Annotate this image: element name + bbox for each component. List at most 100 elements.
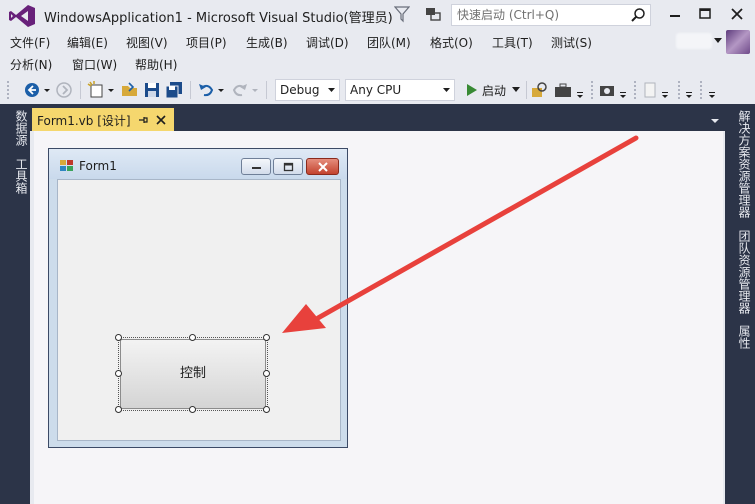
chevron-down-icon <box>328 88 335 92</box>
resize-handle[interactable] <box>115 370 122 377</box>
window-title: WindowsApplication1 - Microsoft Visual S… <box>44 11 393 26</box>
panel-tab-toolbox[interactable]: 工具箱 <box>8 158 28 198</box>
panel-tab-label: 工具箱 <box>14 158 28 194</box>
forward-icon[interactable] <box>54 80 74 100</box>
annotation-arrow-icon <box>282 135 639 333</box>
control-button-label: 控制 <box>179 366 206 381</box>
resize-handle[interactable] <box>115 334 122 341</box>
resize-handle[interactable] <box>263 334 270 341</box>
menu-test[interactable]: 测试(S) <box>551 34 592 51</box>
undo-icon[interactable] <box>196 80 216 100</box>
minimize-icon[interactable] <box>662 4 688 24</box>
tab-form1-design[interactable]: Form1.vb [设计] <box>32 108 174 131</box>
chevron-down-icon <box>512 87 520 92</box>
document-icon[interactable] <box>640 80 660 100</box>
menu-view[interactable]: 视图(V) <box>126 34 168 51</box>
panel-tab-data-sources[interactable]: 数据源 <box>8 110 28 152</box>
chevron-down-icon <box>443 88 450 92</box>
search-icon[interactable] <box>630 7 646 23</box>
solution-platform-select[interactable]: Any CPU <box>345 79 455 101</box>
menu-help[interactable]: 帮助(H) <box>135 56 177 73</box>
find-in-files-icon[interactable] <box>530 80 550 100</box>
chevron-down-icon[interactable] <box>250 80 260 100</box>
new-project-icon[interactable] <box>86 80 106 100</box>
toolbar-separator <box>190 81 191 99</box>
account-name[interactable] <box>676 33 712 49</box>
panel-tab-team-explorer[interactable]: 团队资源管理器 <box>731 230 751 318</box>
chevron-down-icon[interactable] <box>42 80 52 100</box>
control-button[interactable]: 控制 <box>120 339 266 409</box>
panel-tab-label: 属性 <box>737 325 751 349</box>
notification-flag-icon[interactable] <box>394 5 410 23</box>
form-minimize-button[interactable] <box>241 158 271 175</box>
panel-tab-label: 团队资源管理器 <box>737 230 751 314</box>
panel-tab-properties[interactable]: 属性 <box>731 325 751 355</box>
standard-toolbar: Debug Any CPU 启动 <box>0 76 755 104</box>
panel-tab-solution-explorer[interactable]: 解决方案资源管理器 <box>731 110 751 222</box>
menu-team[interactable]: 团队(M) <box>367 34 411 51</box>
open-folder-icon[interactable] <box>120 80 140 100</box>
toolbar-separator <box>526 81 527 99</box>
form-title: Form1 <box>79 159 117 173</box>
toolbar-overflow-icon[interactable] <box>684 80 694 100</box>
save-icon[interactable] <box>142 80 162 100</box>
maximize-icon[interactable] <box>692 4 718 24</box>
toolbar-overflow-icon[interactable] <box>707 80 717 100</box>
solution-configuration-value: Debug <box>280 83 320 97</box>
resize-handle[interactable] <box>263 406 270 413</box>
menu-build[interactable]: 生成(B) <box>246 34 288 51</box>
resize-handle[interactable] <box>189 334 196 341</box>
toolbox-icon[interactable] <box>553 80 573 100</box>
solution-platform-value: Any CPU <box>350 83 402 97</box>
chevron-down-icon[interactable] <box>710 117 720 125</box>
menu-tools[interactable]: 工具(T) <box>492 34 533 51</box>
menu-analyze[interactable]: 分析(N) <box>10 56 52 73</box>
quick-launch[interactable] <box>451 4 651 26</box>
resize-handle[interactable] <box>189 406 196 413</box>
form-icon <box>60 160 73 171</box>
start-button-label: 启动 <box>482 84 507 98</box>
toolbar-overflow-icon[interactable] <box>618 80 628 100</box>
menu-edit[interactable]: 编辑(E) <box>67 34 108 51</box>
toolbar-grip[interactable] <box>590 80 594 100</box>
start-button[interactable]: 启动 <box>462 80 524 100</box>
toolbar-separator <box>266 81 267 99</box>
close-icon[interactable] <box>724 4 750 24</box>
menu-format[interactable]: 格式(O) <box>430 34 473 51</box>
chevron-down-icon[interactable] <box>216 80 226 100</box>
menu-window[interactable]: 窗口(W) <box>72 56 117 73</box>
toolbar-overflow-icon[interactable] <box>660 80 670 100</box>
title-bar: WindowsApplication1 - Microsoft Visual S… <box>0 0 755 31</box>
visual-studio-logo-icon <box>9 5 35 27</box>
toolbar-grip[interactable] <box>699 80 703 100</box>
close-icon[interactable] <box>155 114 167 126</box>
toolbar-grip[interactable] <box>677 80 681 100</box>
toolbar-overflow-icon[interactable] <box>575 80 585 100</box>
chevron-down-icon[interactable] <box>106 80 116 100</box>
avatar[interactable] <box>726 30 750 54</box>
document-tab-label: Form1.vb [设计] <box>37 114 131 128</box>
minimize-icon <box>252 167 261 169</box>
quick-launch-input[interactable] <box>452 5 622 25</box>
back-icon[interactable] <box>22 80 42 100</box>
resize-handle[interactable] <box>263 370 270 377</box>
play-icon <box>467 84 477 96</box>
toolbar-grip[interactable] <box>6 80 10 100</box>
camera-icon[interactable] <box>597 80 617 100</box>
save-all-icon[interactable] <box>164 80 184 100</box>
menu-project[interactable]: 项目(P) <box>186 34 227 51</box>
panel-tab-label: 解决方案资源管理器 <box>737 110 751 218</box>
menu-bar-secondary: 分析(N) 窗口(W) 帮助(H) <box>0 53 755 75</box>
chevron-down-icon[interactable] <box>714 38 722 44</box>
panel-tab-label: 数据源 <box>14 110 28 146</box>
toolbar-grip[interactable] <box>633 80 637 100</box>
redo-icon[interactable] <box>230 80 250 100</box>
menu-bar: 文件(F) 编辑(E) 视图(V) 项目(P) 生成(B) 调试(D) 团队(M… <box>0 31 755 53</box>
solution-configuration-select[interactable]: Debug <box>275 79 340 101</box>
menu-file[interactable]: 文件(F) <box>10 34 50 51</box>
resize-handle[interactable] <box>115 406 122 413</box>
menu-debug[interactable]: 调试(D) <box>306 34 349 51</box>
toolbar-separator <box>80 81 81 99</box>
pin-icon[interactable] <box>137 114 149 126</box>
feedback-icon[interactable] <box>424 5 442 23</box>
